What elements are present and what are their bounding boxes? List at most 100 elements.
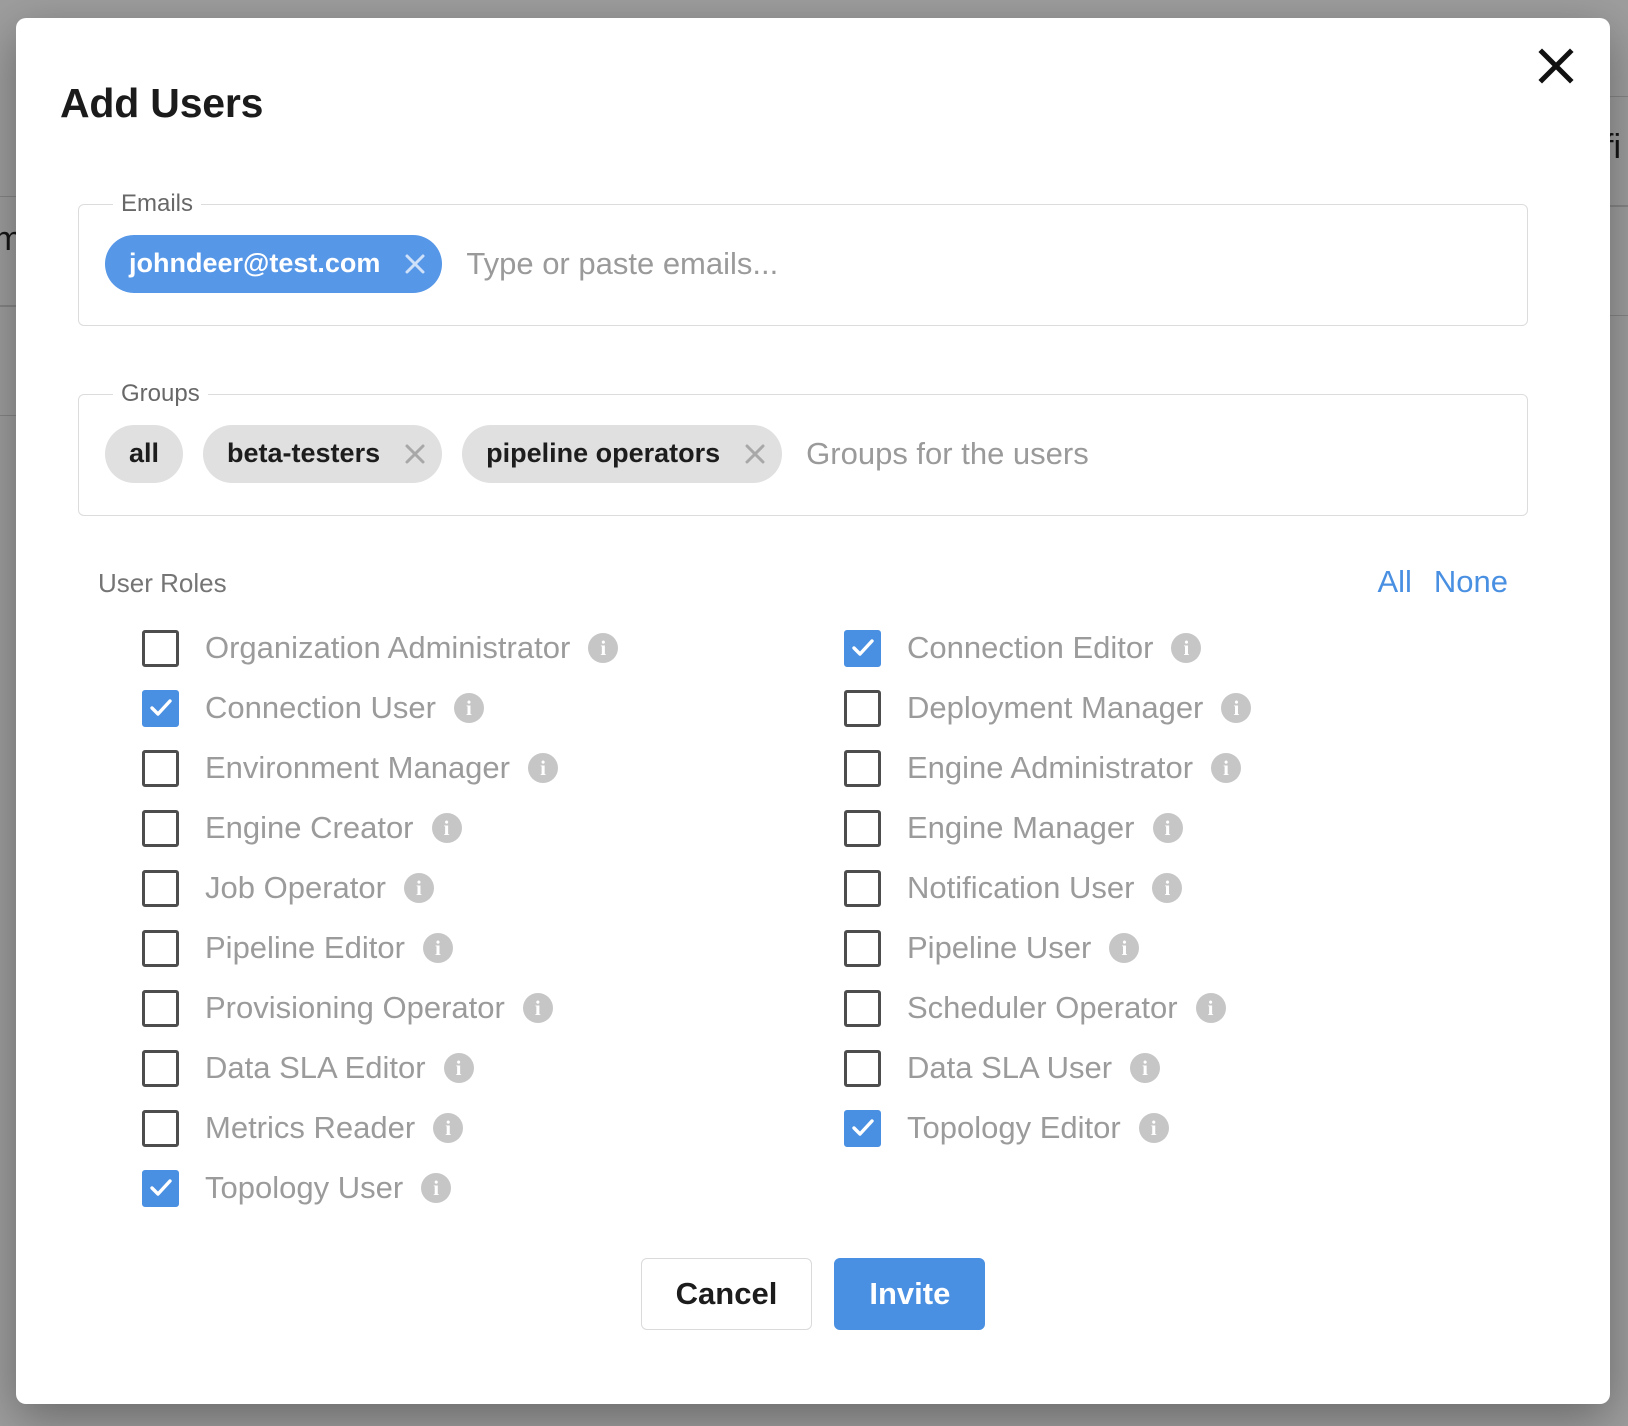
role-label: Data SLA User	[907, 1050, 1113, 1085]
role-label: Environment Manager	[205, 750, 510, 785]
role-checkbox-pipeline-editor[interactable]	[142, 929, 179, 967]
page-title: Add Users	[60, 80, 264, 126]
role-label: Connection Editor	[907, 630, 1154, 665]
role-checkbox-scheduler-operator[interactable]	[844, 989, 881, 1027]
info-icon[interactable]: i	[1171, 633, 1202, 663]
role-checkbox-environment-manager[interactable]	[142, 749, 179, 787]
user-roles-header: User Roles All None	[98, 564, 1508, 604]
role-row-scheduler-operator[interactable]: Scheduler Operator i	[844, 978, 1544, 1038]
group-chip-beta-testers[interactable]: beta-testers	[203, 424, 443, 483]
role-row-engine-administrator[interactable]: Engine Administrator i	[844, 738, 1544, 798]
role-row-connection-user[interactable]: Connection User i	[142, 678, 842, 738]
role-checkbox-engine-administrator[interactable]	[844, 749, 881, 787]
emails-input[interactable]: Type or paste emails...	[462, 246, 1501, 282]
groups-chip-row[interactable]: all beta-testers pipeline operators Grou…	[91, 410, 1515, 498]
role-checkbox-deployment-manager[interactable]	[844, 689, 881, 727]
role-row-topology-editor[interactable]: Topology Editor i	[844, 1098, 1544, 1158]
role-label: Topology Editor	[907, 1110, 1121, 1145]
info-icon[interactable]: i	[1221, 693, 1252, 723]
group-chip-pipeline-operators[interactable]: pipeline operators	[462, 424, 783, 483]
role-checkbox-data-sla-user[interactable]	[844, 1049, 881, 1087]
role-checkbox-engine-creator[interactable]	[142, 809, 179, 847]
role-checkbox-engine-manager[interactable]	[844, 809, 881, 847]
role-checkbox-connection-user[interactable]	[142, 689, 179, 727]
info-icon[interactable]: i	[1138, 1113, 1169, 1143]
role-row-pipeline-editor[interactable]: Pipeline Editor i	[142, 918, 842, 978]
role-checkbox-data-sla-editor[interactable]	[142, 1049, 179, 1087]
info-icon[interactable]: i	[433, 1113, 464, 1143]
role-row-data-sla-user[interactable]: Data SLA User i	[844, 1038, 1544, 1098]
info-icon[interactable]: i	[403, 873, 434, 903]
group-chip-label: all	[129, 438, 160, 469]
info-icon[interactable]: i	[421, 1173, 452, 1203]
dialog-footer: Cancel Invite	[16, 1258, 1610, 1330]
info-icon[interactable]: i	[453, 693, 484, 723]
role-checkbox-topology-user[interactable]	[142, 1169, 179, 1207]
role-row-notification-user[interactable]: Notification User i	[844, 858, 1544, 918]
emails-legend: Emails	[121, 190, 194, 217]
role-label: Organization Administrator	[205, 630, 571, 665]
close-icon[interactable]	[1528, 38, 1584, 94]
role-checkbox-topology-editor[interactable]	[844, 1109, 881, 1147]
remove-email-chip-icon[interactable]	[398, 247, 432, 281]
role-checkbox-organization-administrator[interactable]	[142, 629, 179, 667]
role-row-job-operator[interactable]: Job Operator i	[142, 858, 842, 918]
cancel-button[interactable]: Cancel	[640, 1258, 813, 1330]
role-checkbox-job-operator[interactable]	[142, 869, 179, 907]
info-icon[interactable]: i	[522, 993, 553, 1023]
role-label: Data SLA Editor	[205, 1050, 426, 1085]
info-icon[interactable]: i	[528, 753, 558, 783]
info-icon[interactable]: i	[588, 633, 619, 663]
role-row-engine-creator[interactable]: Engine Creator i	[142, 798, 842, 858]
group-chip-label: pipeline operators	[486, 438, 721, 469]
info-icon[interactable]: i	[431, 813, 462, 843]
role-label: Deployment Manager	[907, 690, 1204, 725]
role-row-pipeline-user[interactable]: Pipeline User i	[844, 918, 1544, 978]
select-none-link[interactable]: None	[1434, 564, 1508, 600]
email-chip-label: johndeer@test.com	[129, 248, 381, 279]
email-chip[interactable]: johndeer@test.com	[105, 234, 443, 293]
info-icon[interactable]: i	[443, 1053, 474, 1083]
user-roles-actions: All None	[1377, 564, 1508, 600]
role-label: Engine Manager	[907, 810, 1135, 845]
info-icon[interactable]: i	[1211, 753, 1242, 783]
info-icon[interactable]: i	[1152, 873, 1183, 903]
user-roles-label: User Roles	[98, 568, 227, 598]
user-roles-left-column: Organization Administrator i Connection Us…	[142, 618, 842, 1218]
remove-group-chip-icon[interactable]	[398, 437, 432, 471]
select-all-link[interactable]: All	[1377, 564, 1411, 600]
group-chip-all[interactable]: all	[105, 424, 184, 483]
info-icon[interactable]: i	[422, 933, 453, 963]
role-row-provisioning-operator[interactable]: Provisioning Operator i	[142, 978, 842, 1038]
role-label: Metrics Reader	[205, 1110, 416, 1145]
role-label: Pipeline Editor	[205, 930, 405, 965]
role-checkbox-pipeline-user[interactable]	[844, 929, 881, 967]
info-icon[interactable]: i	[1130, 1053, 1161, 1083]
role-row-connection-editor[interactable]: Connection Editor i	[844, 618, 1544, 678]
emails-field: Emails johndeer@test.com Type or paste e…	[78, 190, 1528, 326]
groups-input[interactable]: Groups for the users	[802, 436, 1501, 472]
role-row-engine-manager[interactable]: Engine Manager i	[844, 798, 1544, 858]
user-roles-right-column: Connection Editor i Deployment Manager i Eng…	[844, 618, 1544, 1158]
info-icon[interactable]: i	[1195, 993, 1226, 1023]
info-icon[interactable]: i	[1109, 933, 1140, 963]
role-checkbox-provisioning-operator[interactable]	[142, 989, 179, 1027]
role-label: Topology User	[205, 1170, 404, 1205]
remove-group-chip-icon[interactable]	[738, 437, 772, 471]
role-checkbox-connection-editor[interactable]	[844, 629, 881, 667]
invite-button[interactable]: Invite	[834, 1258, 986, 1330]
role-row-data-sla-editor[interactable]: Data SLA Editor i	[142, 1038, 842, 1098]
add-users-dialog: Add Users Emails johndeer@test.com Type …	[16, 18, 1610, 1404]
role-row-organization-administrator[interactable]: Organization Administrator i	[142, 618, 842, 678]
role-label: Scheduler Operator	[907, 990, 1178, 1025]
role-label: Notification User	[907, 870, 1135, 905]
role-checkbox-metrics-reader[interactable]	[142, 1109, 179, 1147]
emails-chip-row[interactable]: johndeer@test.com Type or paste emails..…	[91, 220, 1515, 308]
role-row-environment-manager[interactable]: Environment Manager i	[142, 738, 842, 798]
group-chip-label: beta-testers	[227, 438, 381, 469]
role-row-deployment-manager[interactable]: Deployment Manager i	[844, 678, 1544, 738]
role-row-topology-user[interactable]: Topology User i	[142, 1158, 842, 1218]
role-checkbox-notification-user[interactable]	[844, 869, 881, 907]
info-icon[interactable]: i	[1152, 813, 1183, 843]
role-row-metrics-reader[interactable]: Metrics Reader i	[142, 1098, 842, 1158]
